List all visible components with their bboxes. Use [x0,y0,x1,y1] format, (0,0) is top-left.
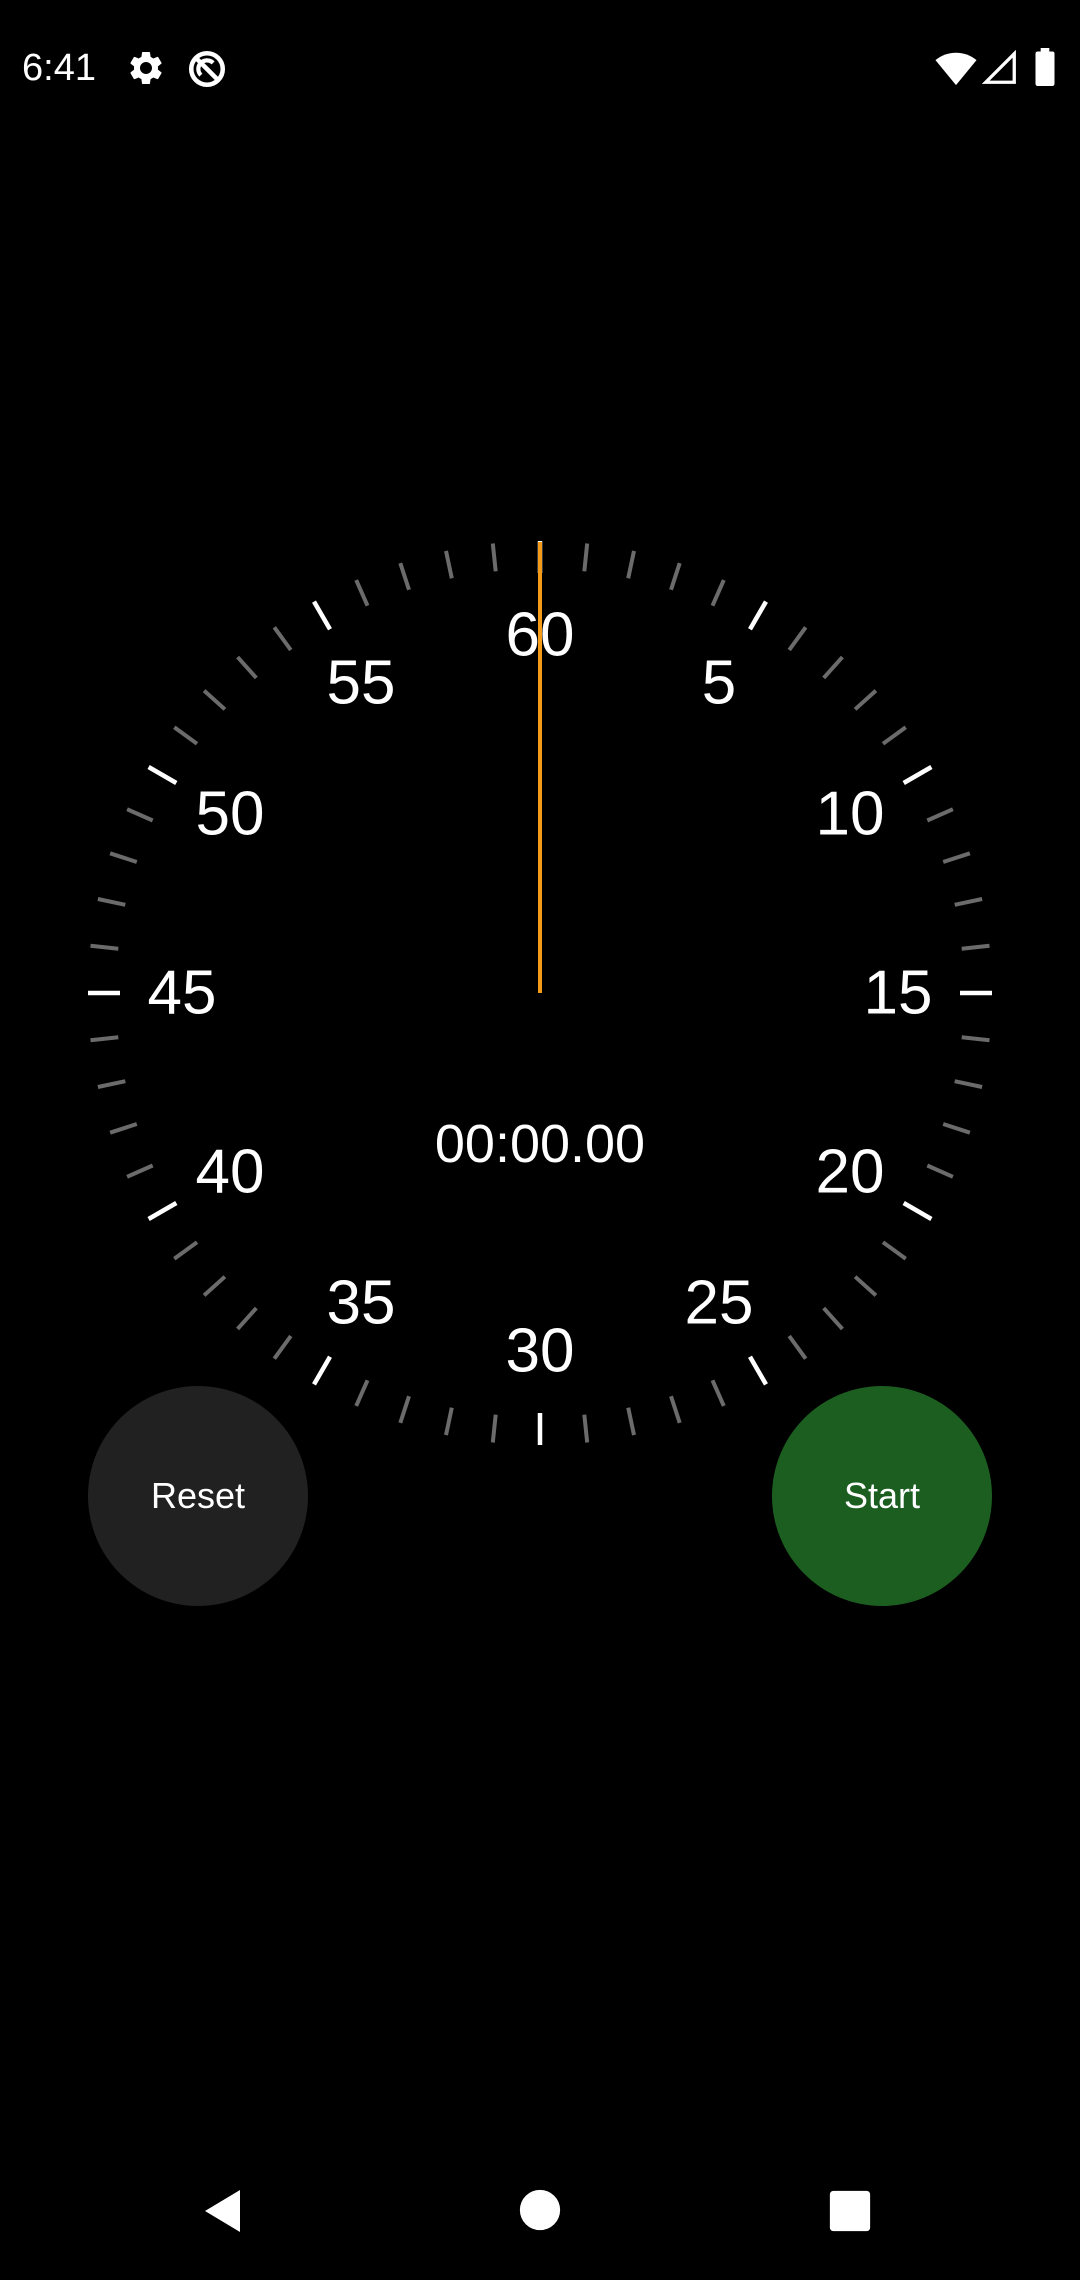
minor-tick [398,1395,411,1424]
minor-tick [173,1240,199,1261]
recents-icon[interactable] [829,2190,871,2232]
start-button-label: Start [843,1475,921,1516]
dial-number: 50 [196,780,265,849]
major-tick [147,1201,178,1221]
minor-tick [236,655,258,680]
major-tick [748,1355,768,1386]
major-tick [312,1355,332,1386]
dial-number: 25 [685,1269,754,1338]
minor-tick [710,579,726,607]
minor-tick [942,851,971,864]
minor-tick [490,1414,498,1443]
elapsed-time: 00:00.00 [435,1114,645,1174]
minor-tick [787,626,808,652]
minor-tick [853,689,878,711]
minor-tick [90,943,119,951]
minor-tick [626,550,636,579]
dial-number: 5 [702,649,736,718]
dial-number: 30 [506,1317,575,1386]
minor-tick [582,543,590,572]
minor-tick [954,897,983,907]
minor-tick [961,943,990,951]
dial-number: 45 [148,959,217,1028]
dial-number: 40 [196,1138,265,1207]
minor-tick [710,1379,726,1407]
reset-button-label: Reset [150,1475,246,1516]
minor-tick [109,851,138,864]
minor-tick [954,1079,983,1089]
minor-tick [669,562,682,591]
minor-tick [272,626,293,652]
navigation-bar [0,2140,1080,2280]
minor-tick [490,543,498,572]
minor-tick [787,1334,808,1360]
minor-tick [942,1122,971,1135]
dial-number: 15 [864,959,933,1028]
minor-tick [173,725,199,746]
minor-tick [126,1163,154,1179]
minor-tick [236,1306,258,1331]
minor-tick [444,1407,454,1436]
home-icon[interactable] [519,2189,561,2231]
minor-tick [202,689,227,711]
major-tick [312,600,332,631]
stopwatch-dial: 60510152025303540455055 00:00.00 [88,541,992,1445]
minor-tick [582,1414,590,1443]
minor-tick [669,1395,682,1424]
minor-tick [853,1275,878,1297]
minor-tick [97,1079,126,1089]
minor-tick [926,807,954,823]
minor-tick [822,655,844,680]
minor-tick [961,1035,990,1043]
dial-number: 55 [327,649,396,718]
major-tick [748,600,768,631]
minor-tick [926,1163,954,1179]
minor-tick [822,1306,844,1331]
minor-tick [626,1407,636,1436]
minor-tick [354,579,370,607]
minor-tick [881,1240,907,1261]
reset-button[interactable]: Reset [88,1386,308,1606]
dial-number: 10 [816,780,885,849]
major-tick [902,1201,933,1221]
minor-tick [90,1035,119,1043]
minor-tick [272,1334,293,1360]
dial-number: 35 [327,1269,396,1338]
minor-tick [881,725,907,746]
major-tick [147,765,178,785]
minor-tick [109,1122,138,1135]
dial-number: 20 [816,1138,885,1207]
minor-tick [354,1379,370,1407]
minor-tick [202,1275,227,1297]
start-button[interactable]: Start [772,1386,992,1606]
back-icon[interactable] [200,2186,248,2236]
major-tick [902,765,933,785]
minor-tick [398,562,411,591]
minor-tick [126,807,154,823]
minor-tick [97,897,126,907]
minor-tick [444,550,454,579]
